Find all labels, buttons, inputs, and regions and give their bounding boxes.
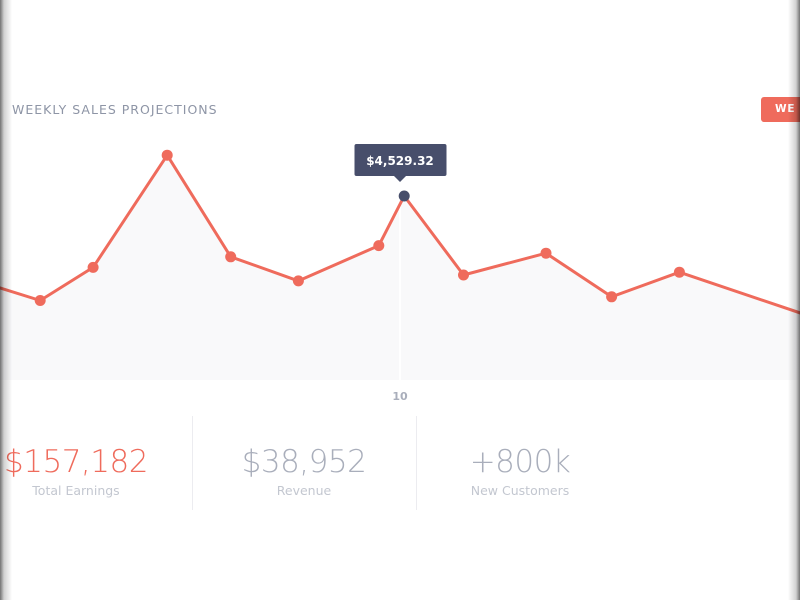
data-point[interactable] <box>34 295 46 306</box>
stat-total-earnings: $157,182 Total Earnings <box>0 438 152 498</box>
x-tick-label: 10 <box>392 390 408 403</box>
stat-new-customers: +800k New Customers <box>440 438 600 498</box>
stat-label: New Customers <box>470 483 570 498</box>
data-point[interactable] <box>373 240 385 252</box>
tooltip-value: $4,529.32 <box>366 154 434 168</box>
stat-value: $157,182 <box>4 444 148 480</box>
data-point[interactable] <box>292 275 304 287</box>
data-point[interactable] <box>606 291 618 303</box>
stat-revenue: $38,952 Revenue <box>224 438 384 498</box>
sales-line-chart: 10 $4,529.32 <box>0 128 800 403</box>
stat-divider <box>416 416 417 510</box>
stat-value: $38,952 <box>241 444 367 480</box>
dashboard-card: WEEKLY SALES PROJECTIONS WE 10 $4,529.32… <box>0 0 800 600</box>
data-point[interactable] <box>458 269 469 281</box>
data-point[interactable] <box>673 266 685 278</box>
stat-value: +800k <box>469 444 571 480</box>
data-point[interactable] <box>87 261 99 273</box>
stat-divider <box>192 416 193 510</box>
highlighted-data-point[interactable] <box>398 190 410 202</box>
data-point[interactable] <box>540 247 552 259</box>
data-point[interactable] <box>161 149 173 161</box>
data-point[interactable] <box>225 251 237 263</box>
x-axis-ticks: 10 <box>392 390 408 403</box>
